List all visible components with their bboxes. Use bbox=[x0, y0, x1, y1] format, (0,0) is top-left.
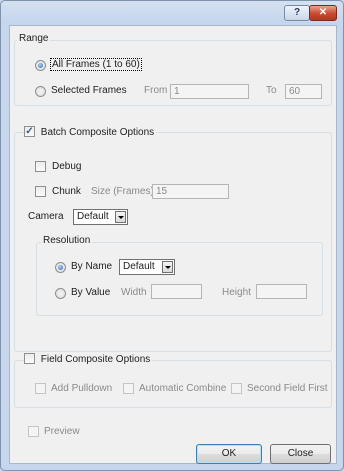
width-label: Width bbox=[121, 287, 147, 298]
chevron-down-icon bbox=[162, 261, 173, 273]
help-icon: ? bbox=[293, 7, 301, 18]
debug-checkbox[interactable] bbox=[35, 161, 46, 172]
debug-label[interactable]: Debug bbox=[52, 161, 81, 172]
second-field-first-label[interactable]: Second Field First bbox=[247, 383, 328, 394]
by-name-select-value: Default bbox=[123, 261, 155, 272]
to-label: To bbox=[266, 85, 277, 96]
close-icon: ✕ bbox=[318, 7, 328, 18]
dialog-client-area: Range All Frames (1 to 60) Selected Fram… bbox=[9, 25, 337, 464]
height-field[interactable] bbox=[256, 284, 307, 299]
batch-composite-header: ✓ Batch Composite Options bbox=[24, 126, 157, 139]
close-window-button[interactable]: ✕ bbox=[309, 5, 337, 21]
chevron-down-icon bbox=[115, 211, 126, 223]
camera-select-value: Default bbox=[77, 211, 109, 222]
from-label: From bbox=[144, 85, 168, 96]
by-name-label[interactable]: By Name bbox=[71, 261, 112, 272]
by-value-label[interactable]: By Value bbox=[71, 287, 110, 298]
help-button[interactable]: ? bbox=[284, 5, 310, 21]
all-frames-label[interactable]: All Frames (1 to 60) bbox=[50, 58, 142, 71]
batch-composite-label[interactable]: Batch Composite Options bbox=[41, 127, 154, 138]
to-field[interactable]: 60 bbox=[285, 84, 322, 99]
range-group-title: Range bbox=[17, 33, 51, 44]
preview-checkbox[interactable] bbox=[28, 426, 39, 437]
all-frames-radio[interactable] bbox=[35, 60, 46, 71]
by-name-select[interactable]: Default bbox=[119, 259, 175, 275]
add-pulldown-label[interactable]: Add Pulldown bbox=[51, 383, 112, 394]
resolution-group bbox=[36, 242, 323, 316]
chunk-label[interactable]: Chunk bbox=[52, 186, 81, 197]
add-pulldown-checkbox[interactable] bbox=[35, 383, 46, 394]
resolution-group-title: Resolution bbox=[41, 235, 93, 246]
batch-composite-checkbox[interactable]: ✓ bbox=[24, 126, 35, 137]
field-composite-checkbox[interactable] bbox=[24, 353, 35, 364]
width-field[interactable] bbox=[151, 284, 202, 299]
dialog-window: ? ✕ Range All Frames (1 to 60) Selected … bbox=[0, 0, 344, 471]
field-composite-header: Field Composite Options bbox=[24, 353, 153, 366]
size-frames-field[interactable]: 15 bbox=[152, 184, 229, 199]
by-name-radio[interactable] bbox=[55, 262, 66, 273]
height-label: Height bbox=[222, 287, 251, 298]
ok-button[interactable]: OK bbox=[196, 444, 262, 464]
field-composite-label[interactable]: Field Composite Options bbox=[41, 354, 151, 365]
close-button[interactable]: Close bbox=[270, 444, 331, 464]
chunk-checkbox[interactable] bbox=[35, 186, 46, 197]
second-field-first-checkbox[interactable] bbox=[231, 383, 242, 394]
camera-select[interactable]: Default bbox=[73, 209, 128, 225]
automatic-combine-label[interactable]: Automatic Combine bbox=[139, 383, 226, 394]
automatic-combine-checkbox[interactable] bbox=[123, 383, 134, 394]
preview-label[interactable]: Preview bbox=[44, 426, 80, 437]
by-value-radio[interactable] bbox=[55, 288, 66, 299]
from-field[interactable]: 1 bbox=[170, 84, 249, 99]
camera-label: Camera bbox=[28, 211, 64, 222]
size-frames-label: Size (Frames) bbox=[91, 186, 154, 197]
selected-frames-label[interactable]: Selected Frames bbox=[51, 85, 127, 96]
selected-frames-radio[interactable] bbox=[35, 86, 46, 97]
